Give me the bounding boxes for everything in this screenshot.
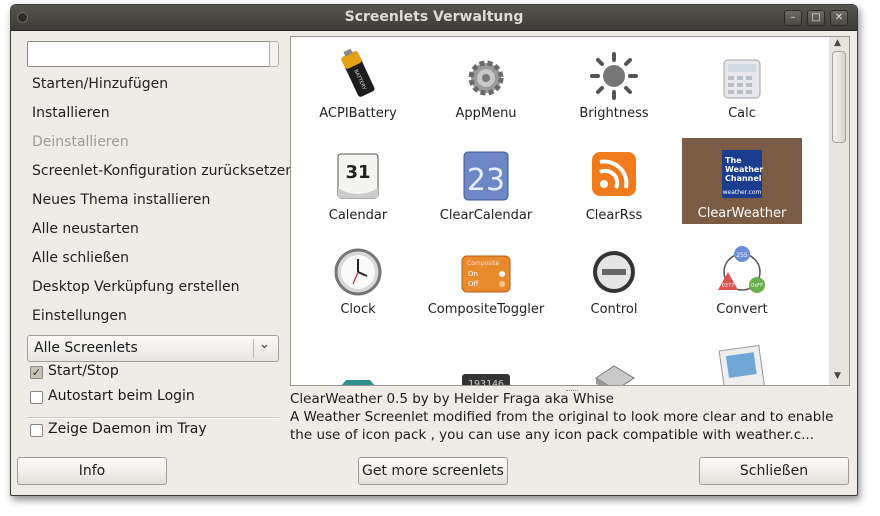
screenlet-item-compositetoggler[interactable]: Composite On Off CompositeToggler [426, 234, 546, 320]
autostart-checkbox[interactable] [30, 391, 43, 404]
screenlet-item-partial-2[interactable]: 193146 [426, 328, 546, 386]
title-bar[interactable]: Screenlets Verwaltung – □ ✕ [11, 5, 857, 31]
screenlet-label: Calendar [328, 208, 388, 223]
toggle-off: Off [468, 280, 479, 288]
calculator-icon [723, 59, 761, 99]
screenlet-label: Brightness [579, 106, 649, 121]
svg-text:Weather: Weather [725, 165, 763, 174]
description-title: ClearWeather 0.5 by by Helder Fraga aka … [290, 391, 614, 407]
action-start-add[interactable]: Starten/Hinzufügen [32, 76, 168, 92]
toggle-icon: Composite On Off [461, 255, 511, 293]
convert-n2: 0377 [722, 283, 735, 289]
calendar-icon: 31 [337, 153, 379, 199]
screenlet-item-clearrss[interactable]: ClearRss [554, 140, 674, 226]
screenlet-item-acpibattery[interactable]: BATTERY ACPIBattery [298, 38, 418, 124]
search-clear-handle[interactable] [269, 41, 279, 67]
screenlet-label: CompositeToggler [427, 302, 545, 317]
rss-icon [592, 152, 636, 196]
clearcalendar-day: 23 [467, 163, 505, 198]
screenlet-label: Control [590, 302, 638, 317]
screenlet-item-partial-3[interactable] [554, 328, 674, 385]
get-more-screenlets-button[interactable]: Get more screenlets [358, 457, 508, 485]
screenlet-item-calendar[interactable]: 31 Calendar [298, 140, 418, 226]
screenlet-item-convert[interactable]: 255 0377 0xFF Convert [682, 234, 802, 320]
action-uninstall[interactable]: Deinstallieren [32, 134, 129, 150]
screenlets-window: Screenlets Verwaltung – □ ✕ Starten/Hinz… [10, 4, 858, 496]
teal-icon [341, 380, 375, 385]
svg-text:The: The [725, 156, 742, 165]
screenlet-label: ClearRss [585, 208, 643, 223]
screenlet-grid[interactable]: BATTERY ACPIBattery AppMenu Brightness C… [290, 36, 831, 386]
filter-selected-value: Alle Screenlets [34, 340, 138, 356]
screenlet-label: ACPIBattery [319, 106, 397, 121]
scroll-down-icon[interactable]: ▼ [834, 371, 841, 381]
lcd-digits: 193146 [468, 379, 504, 386]
screenlet-item-partial-4[interactable] [682, 328, 802, 385]
action-settings[interactable]: Einstellungen [32, 308, 127, 324]
screenlet-item-clearweather[interactable]: The Weather Channel weather.com ClearWea… [682, 138, 802, 224]
start-stop-label[interactable]: Start/Stop [48, 363, 119, 379]
screenlet-label: Convert [716, 302, 768, 317]
screenlet-filter-select[interactable]: Alle Screenlets ⌄ [27, 335, 279, 362]
action-desktop-shortcut[interactable]: Desktop Verküpfung erstellen [32, 279, 240, 295]
tray-daemon-label[interactable]: Zeige Daemon im Tray [48, 421, 207, 437]
screenlet-label: ClearCalendar [439, 208, 533, 223]
action-restart-all[interactable]: Alle neustarten [32, 221, 139, 237]
action-reset-config[interactable]: Screenlet-Konfiguration zurücksetzen [32, 163, 294, 179]
screenlet-item-clearcalendar[interactable]: 23 ClearCalendar [426, 140, 546, 226]
convert-n1: 255 [736, 252, 748, 259]
autostart-label[interactable]: Autostart beim Login [48, 388, 195, 404]
clock-icon [334, 248, 382, 296]
toggle-on: On [468, 270, 478, 278]
grid-scrollbar[interactable]: ▲ ▼ [829, 36, 850, 386]
divider [27, 417, 279, 419]
screenlet-item-partial-1[interactable] [298, 328, 418, 385]
description-line-1: A Weather Screenlet modified from the or… [290, 409, 834, 425]
scroll-thumb[interactable] [832, 51, 846, 143]
description-line-2: the use of icon pack , you can use any i… [290, 427, 815, 443]
screenlet-item-appmenu[interactable]: AppMenu [426, 38, 546, 124]
lcd-clock-icon: 193146 [462, 374, 510, 386]
close-window-button[interactable]: ✕ [830, 10, 848, 26]
sun-icon [590, 52, 638, 100]
screenlet-label: AppMenu [455, 106, 517, 121]
action-install[interactable]: Installieren [32, 105, 110, 121]
battery-icon: BATTERY [341, 48, 375, 97]
tray-daemon-checkbox[interactable] [30, 424, 43, 437]
screenlet-label: Clock [340, 302, 376, 317]
gear-icon [468, 60, 504, 96]
action-close-all[interactable]: Alle schließen [32, 250, 129, 266]
screenlet-item-control[interactable]: Control [554, 234, 674, 320]
screenlet-label: ClearWeather [697, 206, 787, 221]
picture-icon [718, 344, 766, 385]
screenlet-label: Calc [728, 106, 756, 121]
convert-icon: 255 0377 0xFF [718, 246, 765, 293]
calendar-day: 31 [345, 162, 370, 183]
screenlet-item-calc[interactable]: Calc [682, 38, 802, 124]
chevron-down-icon: ⌄ [259, 337, 270, 352]
window-title: Screenlets Verwaltung [344, 9, 524, 25]
screenlet-item-clock[interactable]: Clock [298, 234, 418, 320]
screenlet-item-brightness[interactable]: Brightness [554, 38, 674, 124]
info-button[interactable]: Info [17, 457, 167, 485]
convert-n3: 0xFF [751, 283, 763, 289]
drive-icon [595, 365, 635, 385]
minimize-button[interactable]: – [784, 10, 802, 26]
weather-logo-sub: weather.com [723, 189, 762, 196]
maximize-button[interactable]: □ [807, 10, 825, 26]
control-icon [593, 251, 635, 293]
search-input[interactable] [27, 41, 271, 67]
action-install-theme[interactable]: Neues Thema installieren [32, 192, 210, 208]
toggle-badge: Composite [467, 260, 499, 267]
scroll-up-icon[interactable]: ▲ [834, 38, 841, 48]
svg-text:Channel: Channel [725, 174, 762, 183]
weather-channel-icon: The Weather Channel weather.com [722, 150, 763, 198]
calendar-date-icon: 23 [463, 151, 509, 201]
start-stop-checkbox[interactable]: ✓ [30, 366, 43, 379]
close-button[interactable]: Schließen [699, 457, 849, 485]
